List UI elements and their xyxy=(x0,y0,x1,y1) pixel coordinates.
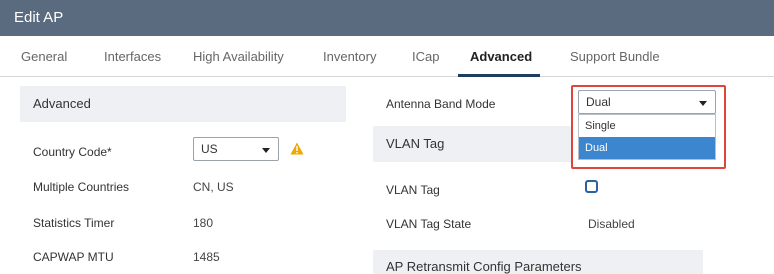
dialog-title-bar: Edit AP xyxy=(0,0,774,36)
active-tab-indicator xyxy=(458,74,540,77)
tab-advanced[interactable]: Advanced xyxy=(470,49,532,64)
advanced-section-header: Advanced xyxy=(20,86,346,122)
tab-high-availability[interactable]: High Availability xyxy=(193,49,284,64)
tab-support-bundle[interactable]: Support Bundle xyxy=(570,49,660,64)
dialog-title: Edit AP xyxy=(14,9,64,26)
vlan-section-header: VLAN Tag xyxy=(373,126,573,162)
multiple-countries-value: CN, US xyxy=(193,180,234,194)
vlan-tag-checkbox[interactable] xyxy=(585,180,598,193)
tab-interfaces[interactable]: Interfaces xyxy=(104,49,161,64)
vlan-tag-state-label: VLAN Tag State xyxy=(386,217,472,231)
country-code-label: Country Code* xyxy=(33,145,112,159)
tab-bar: General Interfaces High Availability Inv… xyxy=(0,36,774,77)
warning-triangle-icon xyxy=(290,142,304,155)
multiple-countries-label: Multiple Countries xyxy=(33,180,130,194)
capwap-mtu-label: CAPWAP MTU xyxy=(33,250,114,264)
ap-retransmit-section-title: AP Retransmit Config Parameters xyxy=(386,259,582,274)
advanced-section-title: Advanced xyxy=(33,96,91,111)
antenna-band-mode-label: Antenna Band Mode xyxy=(386,97,496,111)
vlan-tag-state-value: Disabled xyxy=(588,217,635,231)
capwap-mtu-value: 1485 xyxy=(193,250,220,264)
vlan-tag-label: VLAN Tag xyxy=(386,183,440,197)
country-code-select[interactable]: US xyxy=(193,137,279,161)
annotation-highlight-box xyxy=(571,85,726,169)
statistics-timer-value: 180 xyxy=(193,216,214,230)
tab-inventory[interactable]: Inventory xyxy=(323,49,376,64)
ap-retransmit-section-header: AP Retransmit Config Parameters xyxy=(373,250,703,274)
country-code-value: US xyxy=(201,142,218,156)
tab-general[interactable]: General xyxy=(21,49,67,64)
tab-icap[interactable]: ICap xyxy=(412,49,439,64)
vlan-section-title: VLAN Tag xyxy=(386,136,445,151)
statistics-timer-label: Statistics Timer xyxy=(33,216,115,230)
chevron-down-icon xyxy=(262,148,270,153)
